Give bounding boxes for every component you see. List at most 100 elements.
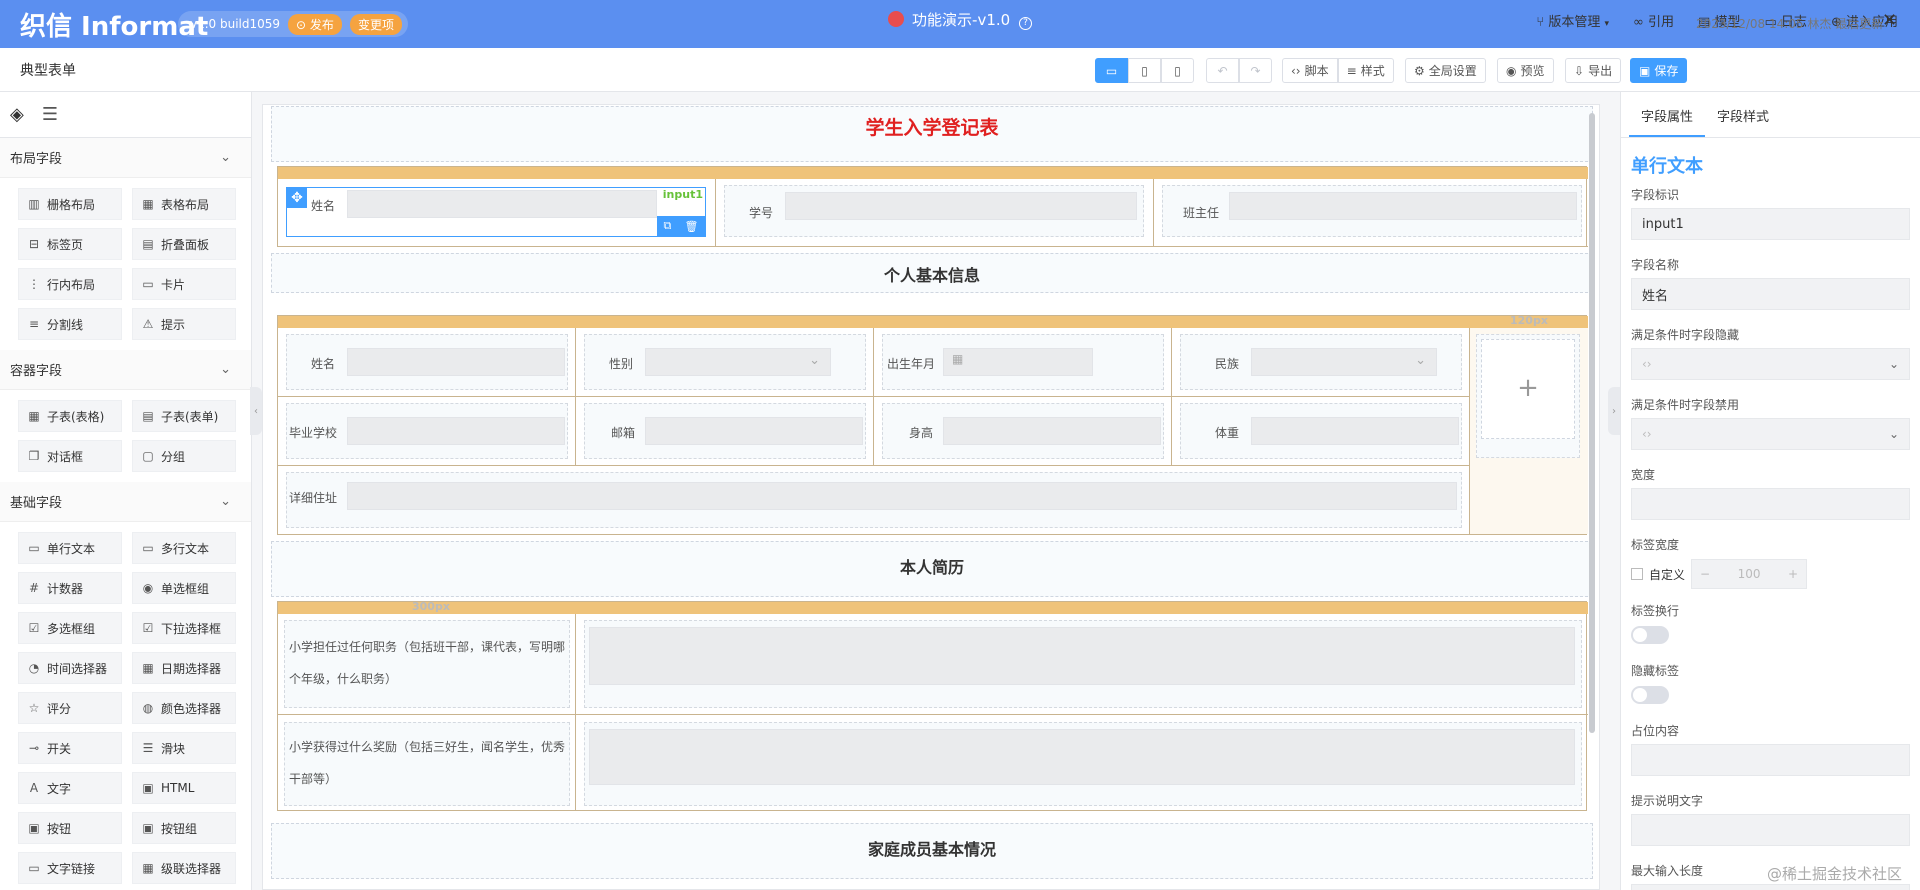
canvas-scrollbar[interactable] xyxy=(1589,113,1595,733)
widget-item[interactable]: ▤ 折叠面板 xyxy=(132,228,236,260)
email-input[interactable] xyxy=(645,417,863,445)
plus-icon[interactable]: + xyxy=(1788,567,1798,581)
resume-answer-1[interactable] xyxy=(584,620,1582,708)
weight-input[interactable] xyxy=(1251,417,1459,445)
left-collapse-handle[interactable]: ‹ xyxy=(250,387,262,435)
custom-checkbox[interactable] xyxy=(1631,568,1643,580)
widget-item[interactable]: ☆ 评分 xyxy=(18,692,122,724)
field-height[interactable]: 身高 xyxy=(882,403,1164,459)
table-layout-personal[interactable]: 120px 姓名 性别 ⌄ 出生年月 ▦ 民族 ⌄ 毕业学校 邮箱 身高 体重 … xyxy=(277,314,1588,535)
field-head-teacher[interactable]: 班主任 xyxy=(1162,185,1582,237)
widget-item[interactable]: ▦ 级联选择器 xyxy=(132,852,236,884)
redo-button[interactable]: ↷ xyxy=(1239,58,1272,83)
name-input[interactable] xyxy=(347,348,565,376)
widget-section-header[interactable]: 基础字段 ⌄ xyxy=(0,482,251,522)
widget-item[interactable]: ▦ 子表(表格) xyxy=(18,400,122,432)
script-button[interactable]: ‹› 脚本 xyxy=(1282,58,1338,83)
tab-field-style[interactable]: 字段样式 xyxy=(1705,92,1781,137)
field-name-input[interactable]: 姓名 xyxy=(1631,278,1910,310)
tablet-view-button[interactable]: ▯ xyxy=(1128,58,1161,83)
field-address[interactable]: 详细住址 xyxy=(286,472,1462,528)
answer-2-textarea[interactable] xyxy=(589,729,1575,785)
publish-button[interactable]: ⊙ 发布 xyxy=(288,13,342,35)
birth-date-picker[interactable]: ▦ xyxy=(943,348,1093,376)
style-button[interactable]: ≡ 样式 xyxy=(1337,58,1394,83)
hint-input[interactable] xyxy=(1631,814,1910,846)
tab-field-props[interactable]: 字段属性 xyxy=(1629,92,1706,137)
help-icon[interactable]: ? xyxy=(1018,17,1032,30)
widget-item[interactable]: ▦ 表格布局 xyxy=(132,188,236,220)
widget-item[interactable]: # 计数器 xyxy=(18,572,122,604)
desktop-view-button[interactable]: ▭ xyxy=(1095,58,1128,83)
widget-item[interactable]: ▦ 日期选择器 xyxy=(132,652,236,684)
widget-section-header[interactable]: 容器字段 ⌄ xyxy=(0,350,251,390)
field-email[interactable]: 邮箱 xyxy=(584,403,866,459)
widget-item[interactable]: ▢ 分组 xyxy=(132,440,236,472)
widget-item[interactable]: ❐ 对话框 xyxy=(18,440,122,472)
global-settings-button[interactable]: ⚙ 全局设置 xyxy=(1405,58,1486,83)
mobile-view-button[interactable]: ▯ xyxy=(1161,58,1194,83)
widget-item[interactable]: ☑ 多选框组 xyxy=(18,612,122,644)
widget-item[interactable]: ☰ 滑块 xyxy=(132,732,236,764)
form-title-row[interactable]: 学生入学登记表 xyxy=(271,106,1593,162)
nav-version-manage[interactable]: ⑂ 版本管理 ▾ xyxy=(1536,11,1609,30)
widget-item[interactable]: ▭ 卡片 xyxy=(132,268,236,300)
plus-icon[interactable]: + xyxy=(1481,339,1575,439)
nav-reference[interactable]: ∞ 引用 xyxy=(1633,11,1674,30)
field-weight[interactable]: 体重 xyxy=(1180,403,1462,459)
widget-item[interactable]: ▣ 按钮组 xyxy=(132,812,236,844)
height-input[interactable] xyxy=(943,417,1161,445)
export-button[interactable]: ⇩ 导出 xyxy=(1565,58,1622,83)
preview-button[interactable]: ◉ 预览 xyxy=(1497,58,1554,83)
student-id-input[interactable] xyxy=(785,192,1137,220)
app-title-wrap[interactable]: 功能演示-v1.0 ? xyxy=(888,11,1032,30)
save-button[interactable]: ▣ 保存 xyxy=(1630,58,1688,83)
widget-item[interactable]: ☑ 下拉选择框 xyxy=(132,612,236,644)
field-gender[interactable]: 性别 ⌄ xyxy=(584,334,866,390)
school-input[interactable] xyxy=(347,417,565,445)
field-birth[interactable]: 出生年月 ▦ xyxy=(882,334,1164,390)
widget-item[interactable]: ◉ 单选框组 xyxy=(132,572,236,604)
changes-button[interactable]: 变更项 xyxy=(349,13,402,35)
head-teacher-input[interactable] xyxy=(1229,192,1577,220)
widget-section-header[interactable]: 布局字段 ⌄ xyxy=(0,138,251,178)
placeholder-input[interactable] xyxy=(1631,744,1910,776)
widget-item[interactable]: ◍ 颜色选择器 xyxy=(132,692,236,724)
minus-icon[interactable]: − xyxy=(1700,567,1710,581)
width-input[interactable] xyxy=(1631,488,1910,520)
drag-handle-icon[interactable]: ✥ xyxy=(287,188,307,208)
widget-item[interactable]: ▣ 按钮 xyxy=(18,812,122,844)
ethnicity-select[interactable]: ⌄ xyxy=(1251,348,1437,376)
field-student-id[interactable]: 学号 xyxy=(724,185,1144,237)
name-input[interactable] xyxy=(347,190,657,218)
widget-item[interactable]: ▣ HTML xyxy=(132,772,236,804)
widget-item[interactable]: ⚠ 提示 xyxy=(132,308,236,340)
field-name[interactable]: 姓名 xyxy=(286,334,568,390)
hide-condition-select[interactable]: ‹› ⌄ xyxy=(1631,348,1910,380)
table-layout-resume[interactable]: 300px 小学担任过任何职务（包括班干部，课代表，写明哪个年级，什么职务） 小… xyxy=(277,600,1588,811)
widget-item[interactable]: ⋮ 行内布局 xyxy=(18,268,122,300)
answer-1-textarea[interactable] xyxy=(589,627,1575,685)
outline-tab-icon[interactable]: ☰ xyxy=(42,104,58,125)
field-ethnicity[interactable]: 民族 ⌄ xyxy=(1180,334,1462,390)
close-icon[interactable]: ✕ xyxy=(1882,10,1897,31)
table-layout-basic[interactable]: ✥ 姓名 input1 ⧉ 🗑 学号 班主任 xyxy=(277,166,1588,247)
widget-item[interactable]: ▥ 栅格布局 xyxy=(18,188,122,220)
selected-field-name[interactable]: ✥ 姓名 input1 ⧉ 🗑 xyxy=(286,187,706,237)
max-length-input[interactable] xyxy=(1631,884,1910,890)
widget-item[interactable]: ⊟ 标签页 xyxy=(18,228,122,260)
disable-condition-select[interactable]: ‹› ⌄ xyxy=(1631,418,1910,450)
label-width-stepper[interactable]: − 100 + xyxy=(1691,559,1808,589)
widget-item[interactable]: ⊸ 开关 xyxy=(18,732,122,764)
section-resume-row[interactable]: 本人简历 xyxy=(271,541,1593,597)
widget-item[interactable]: A 文字 xyxy=(18,772,122,804)
address-input[interactable] xyxy=(347,482,1457,510)
widget-item[interactable]: ≡ 分割线 xyxy=(18,308,122,340)
widget-item[interactable]: ▭ 文字链接 xyxy=(18,852,122,884)
section-family-row[interactable]: 家庭成员基本情况 xyxy=(271,823,1593,879)
gender-select[interactable]: ⌄ xyxy=(645,348,831,376)
widget-item[interactable]: ▭ 多行文本 xyxy=(132,532,236,564)
undo-button[interactable]: ↶ xyxy=(1206,58,1239,83)
copy-icon[interactable]: ⧉ xyxy=(664,219,672,233)
photo-upload[interactable]: + xyxy=(1476,334,1580,458)
